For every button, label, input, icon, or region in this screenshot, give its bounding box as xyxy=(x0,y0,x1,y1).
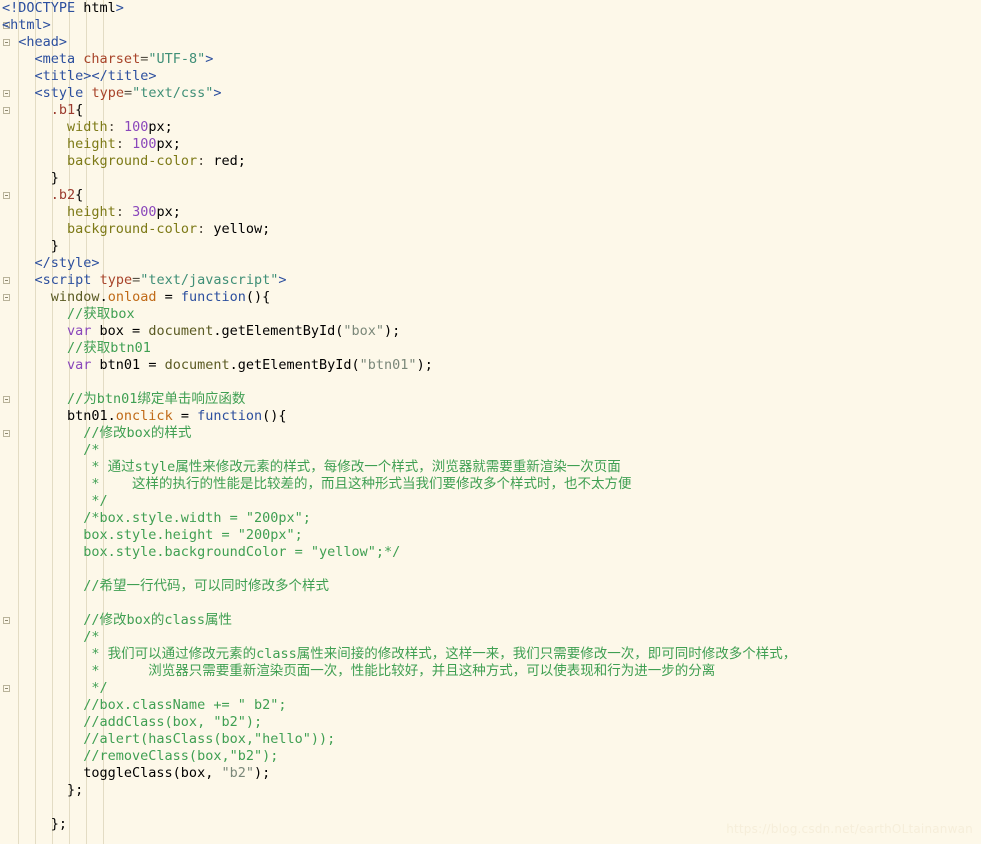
code-content[interactable]: <!DOCTYPE html> <html> <head> <meta chars… xyxy=(0,0,981,833)
code-editor[interactable]: <!DOCTYPE html> <html> <head> <meta chars… xyxy=(0,0,981,844)
watermark-text: https://blog.csdn.net/earthOLtainanwan xyxy=(726,822,973,836)
